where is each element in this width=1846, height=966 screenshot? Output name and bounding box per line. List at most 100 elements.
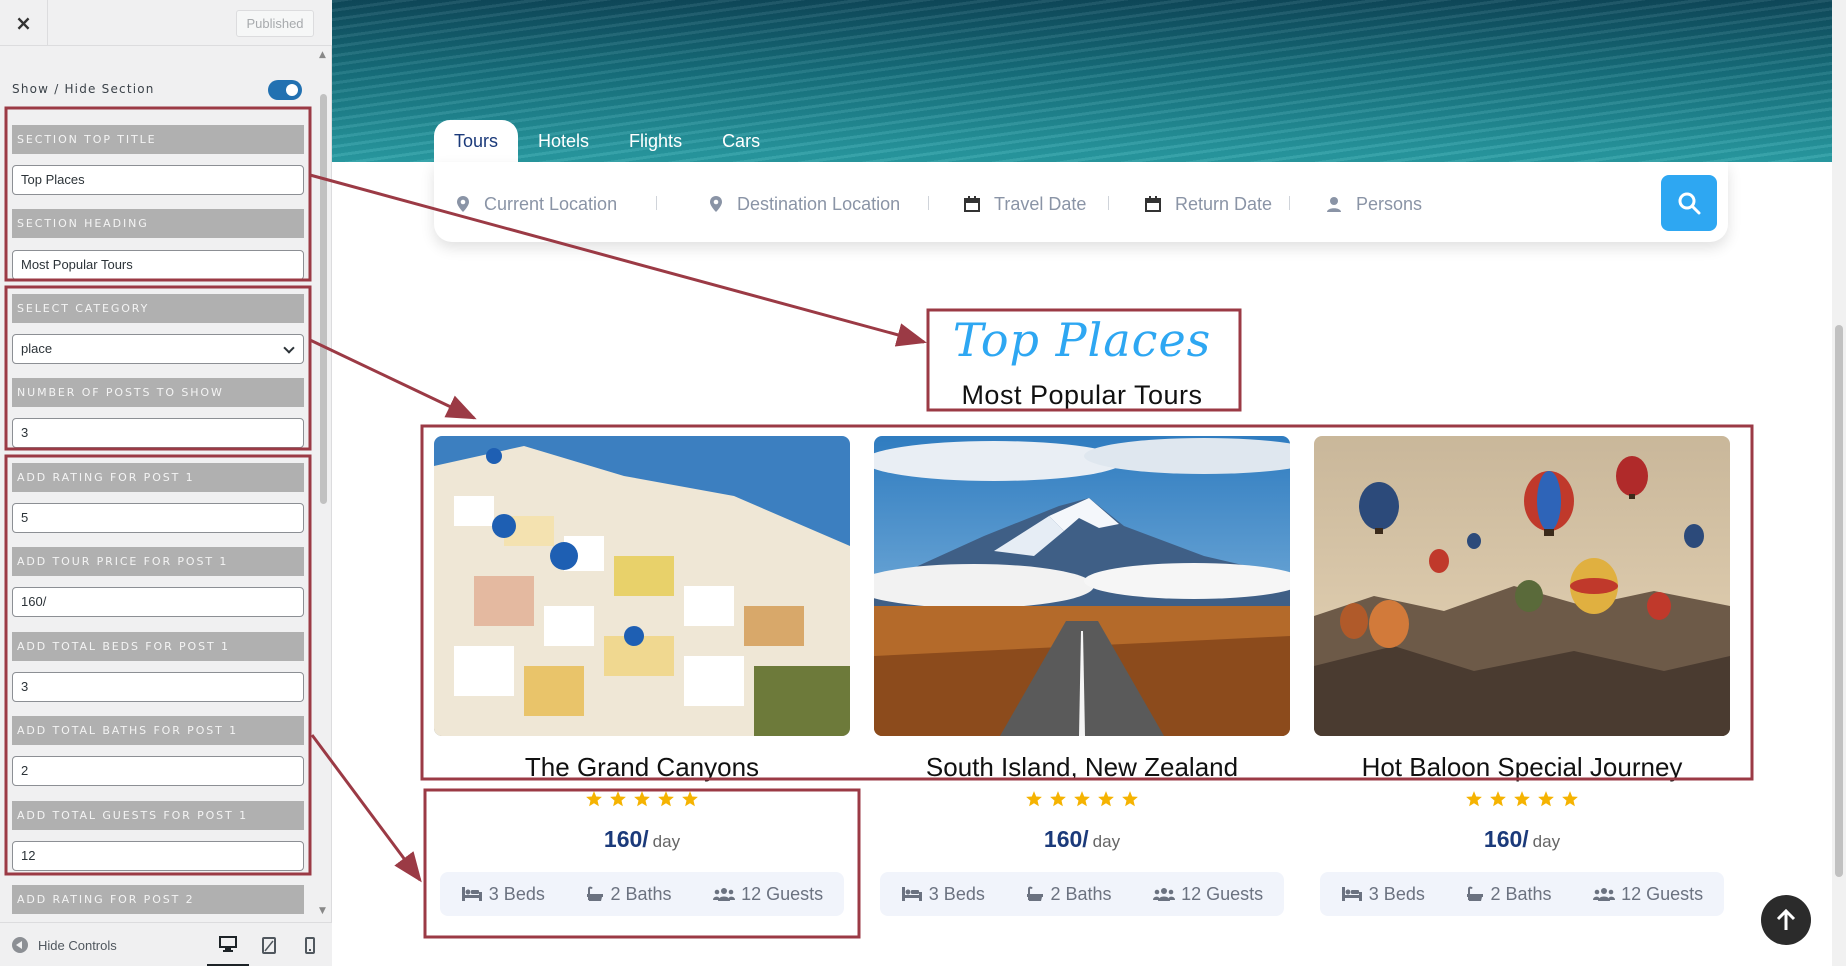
- guests-icon: [1593, 888, 1616, 901]
- search-divider: [656, 196, 657, 210]
- guests-1-label: ADD TOTAL GUESTS FOR POST 1: [12, 801, 304, 830]
- baths-label: 2 Baths: [610, 883, 672, 904]
- beds-label: 3 Beds: [488, 883, 545, 904]
- tab-flights[interactable]: Flights: [609, 120, 702, 162]
- close-button[interactable]: ×: [0, 0, 48, 46]
- bed-icon: [1341, 887, 1362, 901]
- section-top-title: Top Places: [952, 313, 1212, 367]
- bath-icon: [1467, 886, 1484, 901]
- mobile-preview-button[interactable]: [289, 923, 331, 966]
- star-icon: [1122, 791, 1138, 807]
- guests-item: 12 Guests: [1593, 884, 1703, 905]
- travel-date-field[interactable]: Travel Date: [964, 192, 1086, 216]
- travel-date-placeholder: Travel Date: [994, 193, 1087, 214]
- hot-air-balloons-image[interactable]: [1314, 436, 1730, 736]
- search-divider: [928, 196, 929, 210]
- baths-label: 2 Baths: [1050, 883, 1112, 904]
- star-icon: [658, 791, 674, 807]
- price-value: 160/: [1483, 826, 1529, 852]
- star-icon: [634, 791, 650, 807]
- preview-scroll-thumb[interactable]: [1835, 325, 1843, 877]
- rating-2-label: ADD RATING FOR POST 2: [12, 885, 304, 914]
- star-rating: [1314, 790, 1730, 808]
- tablet-icon: [262, 936, 276, 954]
- beds-item: 3 Beds: [461, 884, 545, 905]
- select-category-dropdown[interactable]: place: [12, 334, 304, 364]
- scroll-down-icon[interactable]: ▼: [319, 906, 326, 916]
- baths-item: 2 Baths: [586, 883, 672, 905]
- guests-1-input[interactable]: 12: [12, 841, 304, 871]
- current-location-placeholder: Current Location: [484, 193, 618, 214]
- guests-item: 12 Guests: [1153, 884, 1263, 905]
- card-price: 160/day: [1314, 826, 1730, 853]
- customizer-panel: × Published Show / Hide Section SECTION …: [0, 0, 332, 966]
- card-title[interactable]: Hot Baloon Special Journey: [1314, 752, 1730, 783]
- star-icon: [1074, 791, 1090, 807]
- section-top-title-label: SECTION TOP TITLE: [12, 125, 304, 154]
- return-date-field[interactable]: Return Date: [1145, 192, 1272, 216]
- desktop-preview-button[interactable]: [207, 923, 249, 966]
- baths-item: 2 Baths: [1466, 884, 1552, 905]
- star-rating: [434, 790, 850, 808]
- posts-to-show-input[interactable]: 3: [12, 418, 304, 448]
- calendar-icon: [1145, 196, 1161, 212]
- current-location-field[interactable]: Current Location: [456, 192, 617, 216]
- star-icon: [1514, 791, 1530, 807]
- rating-1-input[interactable]: 5: [12, 503, 304, 533]
- section-heading-input[interactable]: Most Popular Tours: [12, 250, 304, 280]
- baths-1-input[interactable]: 2: [12, 756, 304, 786]
- santorini-image[interactable]: [434, 436, 850, 736]
- back-to-top-button[interactable]: [1761, 895, 1811, 945]
- search-button[interactable]: [1661, 175, 1717, 231]
- price-unit: day: [1532, 832, 1561, 851]
- beds-1-input[interactable]: 3: [12, 672, 304, 702]
- hide-controls-button[interactable]: Hide Controls: [12, 935, 117, 955]
- guests-icon: [1153, 888, 1176, 901]
- arrow-up-icon: [1776, 909, 1796, 930]
- tab-tours[interactable]: Tours: [434, 120, 519, 162]
- location-pin-icon: [457, 196, 469, 212]
- star-icon: [1098, 791, 1114, 807]
- mountain-road-image[interactable]: [874, 436, 1290, 736]
- tab-hotels[interactable]: Hotels: [518, 120, 609, 162]
- return-date-placeholder: Return Date: [1175, 193, 1273, 214]
- posts-to-show-label: NUMBER OF POSTS TO SHOW: [12, 378, 304, 407]
- beds-label: 3 Beds: [1368, 883, 1425, 904]
- price-1-input[interactable]: 160/: [12, 587, 304, 617]
- beds-1-label: ADD TOTAL BEDS FOR POST 1: [12, 632, 304, 661]
- card-title[interactable]: South Island, New Zealand: [874, 752, 1290, 783]
- price-1-label: ADD TOUR PRICE FOR POST 1: [12, 547, 304, 576]
- tablet-preview-button[interactable]: [248, 923, 290, 966]
- bath-icon: [587, 886, 604, 901]
- rating-1-label: ADD RATING FOR POST 1: [12, 463, 304, 492]
- scroll-up-icon[interactable]: ▲: [319, 50, 326, 60]
- card-amenities: 3 Beds 2 Baths 12 Guests: [440, 872, 844, 916]
- destination-location-field[interactable]: Destination Location: [709, 192, 900, 216]
- section-top-title-input[interactable]: Top Places: [12, 165, 304, 195]
- panel-controls: Show / Hide Section SECTION TOP TITLE To…: [0, 50, 332, 918]
- guests-label: 12 Guests: [741, 883, 824, 904]
- star-icon: [1466, 791, 1482, 807]
- price-unit: day: [652, 832, 681, 851]
- panel-scroll-thumb[interactable]: [320, 94, 327, 504]
- tab-cars[interactable]: Cars: [702, 120, 780, 162]
- guests-item: 12 Guests: [713, 884, 823, 905]
- persons-field[interactable]: Persons: [1326, 192, 1422, 216]
- hide-controls-label: Hide Controls: [38, 937, 117, 953]
- star-rating: [874, 790, 1290, 808]
- panel-scrollbar[interactable]: ▲ ▼: [318, 50, 330, 918]
- star-icon: [1490, 791, 1506, 807]
- preview-scrollbar[interactable]: [1832, 0, 1846, 966]
- calendar-icon: [964, 196, 980, 212]
- search-bar: Current Location Destination Location Tr…: [434, 162, 1728, 242]
- card-title[interactable]: The Grand Canyons: [434, 752, 850, 783]
- person-icon: [1327, 197, 1341, 212]
- location-pin-icon: [710, 196, 722, 212]
- publish-button[interactable]: Published: [236, 10, 314, 37]
- show-hide-toggle[interactable]: [268, 80, 302, 100]
- persons-placeholder: Persons: [1356, 193, 1423, 214]
- bed-icon: [901, 887, 922, 901]
- guests-label: 12 Guests: [1181, 883, 1264, 904]
- star-icon: [682, 791, 698, 807]
- panel-header: × Published: [0, 0, 332, 46]
